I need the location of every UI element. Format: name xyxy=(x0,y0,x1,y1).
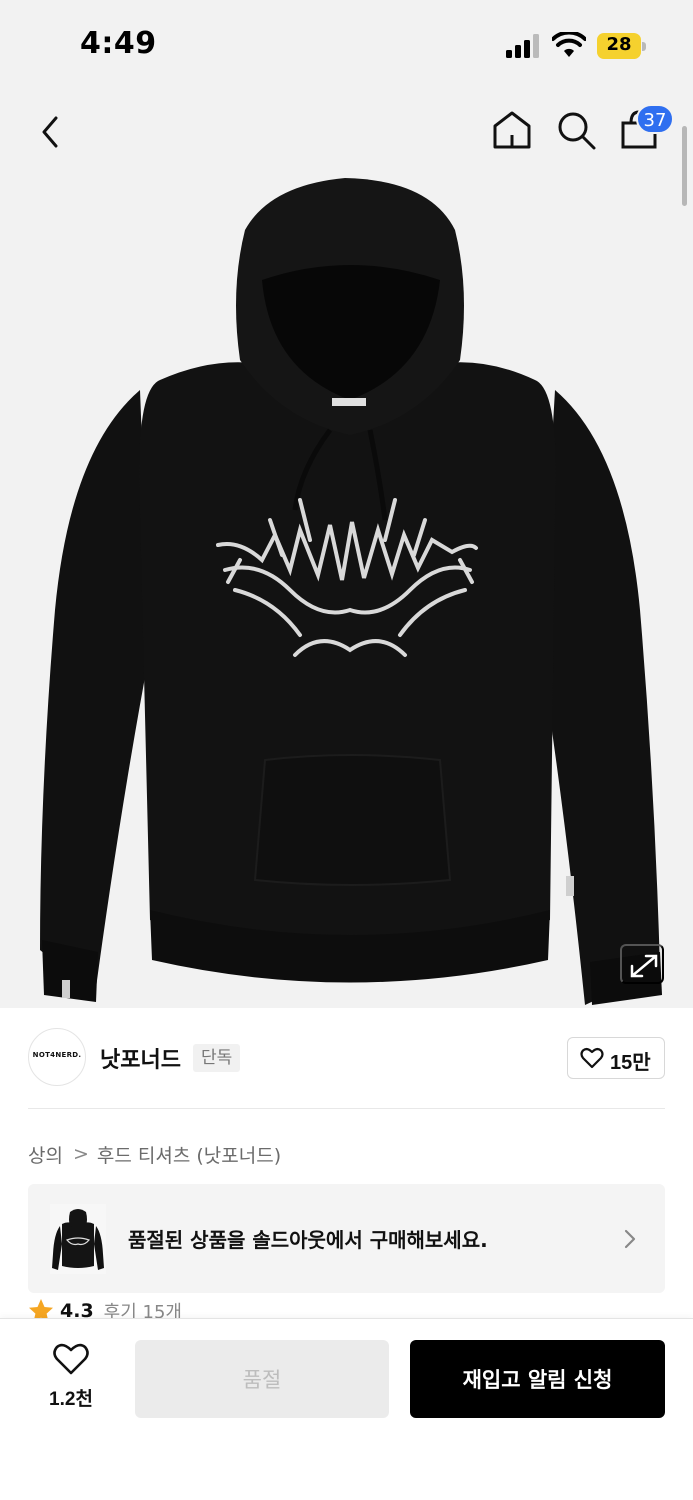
home-button[interactable] xyxy=(490,108,534,152)
search-button[interactable] xyxy=(554,108,598,152)
cart-badge: 37 xyxy=(636,104,674,134)
soldout-product-thumbnail xyxy=(50,1204,106,1274)
breadcrumb: 상의 > 후드 티셔츠 (낫포너드) xyxy=(28,1140,281,1168)
soldout-button: 품절 xyxy=(135,1340,389,1418)
expand-arrows-icon xyxy=(630,954,658,978)
exclusive-tag: 단독 xyxy=(193,1044,241,1072)
brand-logo-text: NOT4NERD. xyxy=(32,1051,82,1059)
wifi-icon xyxy=(552,32,586,57)
expand-image-button[interactable] xyxy=(620,944,664,984)
scroll-indicator xyxy=(682,126,687,206)
hoodie-product-photo xyxy=(40,178,662,1005)
search-icon xyxy=(558,112,596,150)
back-button[interactable] xyxy=(32,112,72,152)
wishlist-count: 1.2천 xyxy=(49,1389,93,1410)
battery-icon: 28 xyxy=(597,33,647,59)
chevron-left-icon xyxy=(42,116,58,148)
breadcrumb-subcategory[interactable]: 후드 티셔츠 (낫포너드) xyxy=(97,1141,281,1168)
battery-level: 28 xyxy=(606,34,632,55)
chevron-right-icon xyxy=(624,1229,636,1249)
brand-name[interactable]: 낫포너드 xyxy=(100,1042,181,1074)
wishlist-button[interactable]: 1.2천 xyxy=(28,1340,114,1418)
breadcrumb-category[interactable]: 상의 xyxy=(28,1141,63,1168)
soldout-banner-text: 품절된 상품을 솔드아웃에서 구매해보세요. xyxy=(128,1228,488,1252)
heart-outline-icon xyxy=(580,1047,604,1069)
heart-outline-icon xyxy=(53,1343,89,1375)
brand-like-button[interactable]: 15만 xyxy=(567,1037,665,1079)
status-time: 4:49 xyxy=(80,26,157,61)
cellular-signal-icon xyxy=(506,34,539,58)
brand-logo[interactable]: NOT4NERD. xyxy=(28,1028,86,1086)
restock-alert-button[interactable]: 재입고 알림 신청 xyxy=(410,1340,665,1418)
soldout-banner[interactable]: 품절된 상품을 솔드아웃에서 구매해보세요. xyxy=(28,1184,665,1293)
breadcrumb-separator: > xyxy=(72,1143,89,1165)
product-image[interactable] xyxy=(0,90,693,1008)
home-icon xyxy=(493,111,531,149)
divider xyxy=(28,1108,665,1109)
status-bar: 4:49 28 xyxy=(0,0,693,90)
brand-like-count: 15만 xyxy=(610,1052,651,1074)
